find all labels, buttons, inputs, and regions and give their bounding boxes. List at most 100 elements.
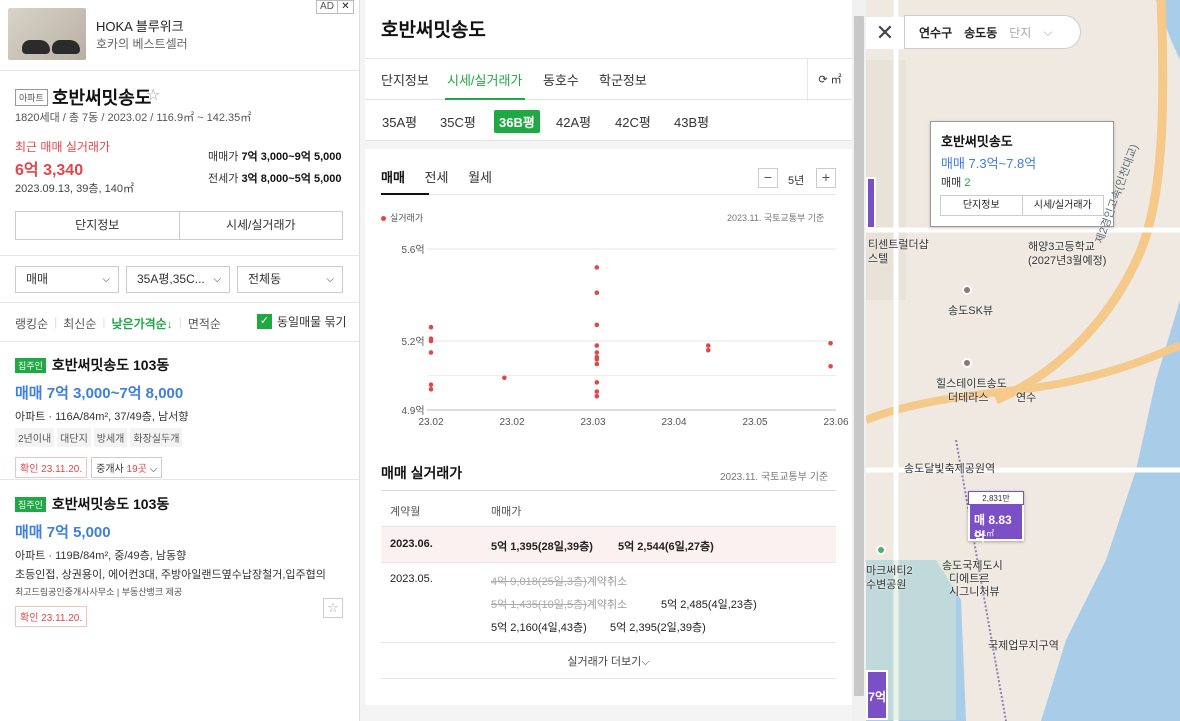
scrollbar-thumb[interactable] (854, 16, 864, 696)
price-info-button[interactable]: 시세/실거래가 (178, 212, 343, 239)
agent-dropdown[interactable]: 중개사 19곳 ⌵ (91, 457, 163, 478)
recent-price: 6억 3,340 (15, 162, 84, 179)
building-pin-icon (962, 285, 972, 295)
chart-legend: 실거래가 (381, 211, 423, 224)
size-tab[interactable]: 42A평 (551, 110, 596, 133)
deal-tab-jeonse[interactable]: 전세 (425, 170, 449, 185)
size-tab-active[interactable]: 36B평 (494, 110, 540, 133)
crumb-dong[interactable]: 송도동 (964, 24, 997, 41)
divider (0, 479, 359, 480)
size-tab[interactable]: 35C평 (435, 110, 481, 133)
ad-subtitle: 호카의 베스트셀러 (96, 37, 188, 51)
jeonse-range: 전세가 3억 8,000~5억 5,000 (208, 170, 342, 186)
row-month: 2023.05. (390, 573, 433, 585)
scrollbar[interactable] (852, 0, 866, 721)
checkbox-checked-icon[interactable]: ✓ (257, 314, 272, 329)
popup-price-button[interactable]: 시세/실거래가 (1021, 196, 1104, 215)
deal-type-value: 매매 (26, 272, 49, 286)
ad-banner[interactable]: HOKA 블루위크 호카의 베스트셀러 AD ✕ (0, 0, 359, 71)
deal-tab-monthly[interactable]: 월세 (468, 170, 492, 185)
map-view[interactable]: ✕ 연수구 송도동 단지 ⌵ 호반써밋송도 매매 7.3억~7.8억 매매 2 … (866, 0, 1180, 721)
tab-price[interactable]: 시세/실거래가 (447, 70, 522, 89)
unit-toggle-button[interactable]: ⟳ ㎡ (807, 59, 852, 101)
price-marker-edge[interactable]: 7억 (866, 670, 888, 720)
period-minus-button[interactable]: − (758, 168, 778, 188)
x-tick-label: 23.03 (580, 417, 605, 428)
data-point (428, 350, 434, 355)
group-same-listings[interactable]: ✓ 동일매물 묶기 (257, 313, 347, 330)
sort-options: 랭킹순 | 최신순 | 낮은가격순↓ | 면적순 (15, 315, 221, 332)
complex-info-button[interactable]: 단지정보 (16, 212, 179, 239)
cancelled-trade: 4억 9,018(25일,3층)계약취소 (491, 573, 627, 589)
map-label: 스텔 (868, 253, 889, 265)
agent-label: 중개사 (96, 464, 124, 475)
sort-latest[interactable]: 최신순 (63, 315, 96, 332)
price-marker[interactable]: 2,831만 매 8.83억 111㎡ (968, 491, 1024, 544)
data-point (594, 350, 600, 355)
listing-card[interactable]: 집주인 호반써밋송도 103동 매매 7억 3,000~7억 8,000 아파트 … (15, 355, 345, 478)
col-month: 계약월 (390, 506, 421, 518)
map-label: 더테라스 (948, 392, 989, 404)
ad-image[interactable] (8, 8, 86, 60)
ad-close-icon[interactable]: ✕ (338, 0, 354, 14)
divider (0, 255, 359, 256)
listing-price: 매매 7억 3,000~7억 8,000 (15, 385, 184, 402)
crumb-district[interactable]: 연수구 (919, 24, 952, 41)
ad-title[interactable]: HOKA 블루위크 (96, 16, 184, 35)
favorite-star-icon[interactable]: ☆ (146, 85, 160, 105)
map-marker-edge[interactable] (866, 177, 876, 229)
size-value: 35A평,35C... (137, 272, 205, 286)
detail-title: 호반써밋송도 (381, 20, 486, 41)
data-point (594, 343, 600, 348)
listing-price: 매매 7억 5,000 (15, 524, 111, 541)
trade-price: 5억 2,395(2일,39층) (610, 622, 706, 634)
map-label: 수변공원 (866, 579, 907, 591)
ad-badge: AD (316, 0, 338, 14)
listing-desc: 아파트 · 119B/84m², 중/49층, 남동향 (15, 550, 187, 562)
map-label: (2027년3월예정) (1028, 255, 1107, 267)
sort-low-price[interactable]: 낮은가격순↓ (112, 315, 173, 332)
divider (0, 341, 359, 342)
size-tab[interactable]: 35A평 (377, 110, 422, 133)
dong-select[interactable]: 전체동 ⌵ (237, 266, 343, 293)
listing-card[interactable]: 집주인 호반써밋송도 103동 매매 7억 5,000 아파트 · 119B/84… (15, 494, 350, 627)
deal-tab-sale[interactable]: 매매 (381, 170, 405, 185)
tab-units[interactable]: 동호수 (543, 70, 579, 89)
jeonse-range-label: 전세가 (208, 173, 239, 185)
deal-type-select[interactable]: 매매 ⌵ (15, 266, 119, 293)
crumb-complex[interactable]: 단지 (1009, 24, 1031, 41)
size-tab[interactable]: 42C평 (610, 110, 656, 133)
agent-count: 19곳 (126, 464, 147, 475)
tab-complex-info[interactable]: 단지정보 (381, 70, 429, 89)
listing-title[interactable]: 호반써밋송도 103동 (52, 355, 169, 375)
marker-area: 111㎡ (974, 529, 995, 538)
sort-area[interactable]: 면적순 (188, 315, 221, 332)
tab-school[interactable]: 학군정보 (599, 70, 647, 89)
recent-price-date: 2023.09.13, 39층, 140㎡ (15, 183, 134, 195)
complex-name: 호반써밋송도 (52, 88, 152, 108)
complex-popup[interactable]: 호반써밋송도 매매 7.3억~7.8억 매매 2 단지정보 시세/실거래가 (930, 121, 1114, 227)
confirm-date: 확인 23.11.20. (15, 457, 88, 478)
sort-ranking[interactable]: 랭킹순 (15, 315, 48, 332)
x-tick-label: 23.05 (742, 417, 767, 428)
data-point (594, 265, 600, 270)
marker-unit-price: 2,831만 (968, 491, 1024, 505)
chevron-down-icon[interactable]: ⌵ (1043, 25, 1052, 40)
popup-complex-info-button[interactable]: 단지정보 (941, 196, 1022, 215)
popup-sale-label: 매매 (941, 177, 962, 189)
favorite-star-icon[interactable]: ☆ (323, 598, 343, 618)
x-tick-label: 23.04 (661, 417, 686, 428)
more-trades-button[interactable]: 실거래가 더보기⌵ (365, 653, 852, 669)
listing-title[interactable]: 호반써밋송도 103동 (52, 494, 169, 514)
detail-tabs: 단지정보 시세/실거래가 동호수 학군정보 ⟳ ㎡ (365, 58, 852, 101)
size-tab[interactable]: 43B평 (669, 110, 714, 133)
data-point (828, 364, 833, 369)
period-plus-button[interactable]: + (816, 168, 836, 188)
size-select[interactable]: 35A평,35C... ⌵ (126, 266, 230, 293)
popup-price: 매매 7.3억~7.8억 (941, 156, 1037, 171)
building-pin-icon (962, 358, 972, 368)
map-close-icon[interactable]: ✕ (866, 17, 904, 49)
data-point (594, 393, 600, 399)
owner-tag: 집주인 (15, 357, 46, 373)
station-label: 국제업무지구역 (988, 640, 1059, 652)
